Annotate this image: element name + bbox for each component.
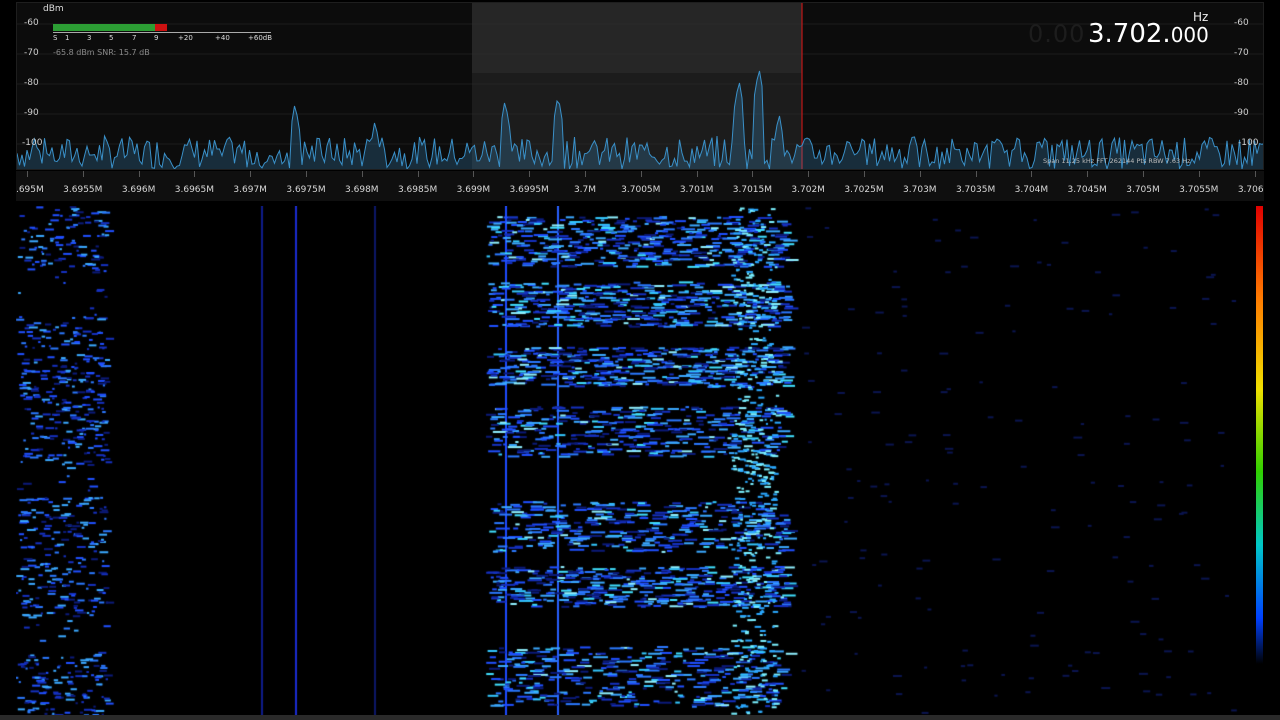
axis-label: 3.699M <box>456 185 491 195</box>
span-info-text: Span 11.25 kHz FFT 262144 Pts RBW 7.63 H… <box>1043 157 1191 165</box>
axis-tick <box>585 171 586 177</box>
axis-tick <box>473 171 475 177</box>
axis-label: 3.7005M <box>621 185 661 195</box>
s-meter-tick-1: 1 <box>65 34 70 42</box>
axis-label: 3.7015M <box>732 185 773 195</box>
axis-tick <box>250 171 252 177</box>
y-label-right-80: -80 <box>1234 78 1249 88</box>
waterfall-display[interactable] <box>16 206 1256 718</box>
s-meter-level-fill <box>53 24 156 31</box>
y-label-right-60: -60 <box>1234 18 1249 28</box>
y-label-left-70: -70 <box>24 48 39 58</box>
axis-label: 3.6965M <box>174 185 215 195</box>
frequency-unit: Hz <box>1193 10 1209 24</box>
axis-tick <box>919 171 921 177</box>
axis-tick <box>808 171 810 177</box>
axis-tick <box>640 171 642 177</box>
axis-label: 3.6985M <box>397 185 438 195</box>
axis-tick <box>82 171 84 177</box>
y-label-left-60: -60 <box>24 18 39 28</box>
frequency-display[interactable]: 3.702.000 <box>1088 19 1209 49</box>
s-meter-tick-plus40: +40 <box>215 34 230 42</box>
axis-label: 3.7025M <box>844 185 884 195</box>
axis-label: 3.7055M <box>1179 185 1219 195</box>
axis-label: 3.696M <box>121 185 156 195</box>
s-meter: S 1 3 5 7 9 +20 +40 +60dB -65.8 dBm SNR:… <box>53 24 273 57</box>
y-label-right-70: -70 <box>1234 48 1249 58</box>
axis-tick <box>361 171 363 177</box>
y-label-left-90: -90 <box>24 108 39 118</box>
s-meter-over-segment <box>155 24 167 31</box>
axis-label: 3.706M <box>1237 185 1264 195</box>
axis-label: 3.705M <box>1126 185 1160 195</box>
frequency-axis[interactable]: 3.695M 3.6955M 3.696M 3.6965M 3.697M 3.6975M 3… <box>16 171 1264 201</box>
s-meter-tick-s: S <box>53 34 58 42</box>
y-label-right-100: -100 <box>1238 138 1259 148</box>
axis-tick <box>1198 171 1200 177</box>
axis-tick <box>1143 171 1144 177</box>
axis-label: 3.6975M <box>286 185 326 195</box>
axis-tick <box>975 171 977 177</box>
axis-tick <box>27 171 28 177</box>
axis-label: 3.697M <box>233 185 267 195</box>
axis-label: 3.695M <box>16 185 44 195</box>
s-meter-tick-plus20: +20 <box>178 34 193 42</box>
axis-label: 3.701M <box>679 185 714 195</box>
bottom-edge <box>0 715 1280 720</box>
axis-tick <box>752 171 754 177</box>
s-meter-tick-5: 5 <box>109 34 114 42</box>
axis-label: 3.7M <box>573 185 597 195</box>
s-meter-bar <box>53 24 167 31</box>
s-meter-scale <box>53 32 271 41</box>
s-meter-tick-plus60: +60dB <box>248 34 273 42</box>
axis-label: 3.6955M <box>63 185 103 195</box>
y-label-right-90: -90 <box>1234 108 1249 118</box>
y-label-left-80: -80 <box>24 78 39 88</box>
passband-top <box>472 3 802 73</box>
axis-tick <box>417 171 419 177</box>
axis-tick <box>696 171 698 177</box>
axis-label: 3.703M <box>903 185 937 195</box>
axis-label: 3.6995M <box>509 185 549 195</box>
axis-tick <box>1254 171 1256 177</box>
axis-label: 3.704M <box>1014 185 1049 195</box>
axis-label: 3.7035M <box>955 185 996 195</box>
frequency-ghost-digits: 0.00 <box>1028 20 1086 48</box>
sdr-receiver-window: dBm -60 -70 -80 -90 -100 -60 -70 -80 -90… <box>0 0 1280 720</box>
dbm-unit-label: dBm <box>43 4 64 14</box>
axis-tick <box>194 171 196 177</box>
y-label-left-100: -100 <box>22 138 43 148</box>
frequency-small-digits: 000 <box>1170 23 1209 47</box>
s-meter-tick-3: 3 <box>87 34 92 42</box>
s-meter-tick-9: 9 <box>154 34 159 42</box>
frequency-main-digits: 3.702. <box>1088 19 1171 49</box>
axis-label: 3.702M <box>791 185 825 195</box>
signal-readout: -65.8 dBm SNR: 15.7 dB <box>53 48 150 57</box>
axis-label: 3.7045M <box>1067 185 1107 195</box>
s-meter-tick-7: 7 <box>132 34 137 42</box>
axis-tick <box>864 171 865 177</box>
axis-tick <box>1087 171 1089 177</box>
axis-tick <box>529 171 531 177</box>
axis-tick <box>1031 171 1033 177</box>
axis-tick <box>306 171 307 177</box>
axis-tick <box>138 171 140 177</box>
waterfall-colorbar <box>1256 206 1263 664</box>
axis-label: 3.698M <box>345 185 379 195</box>
